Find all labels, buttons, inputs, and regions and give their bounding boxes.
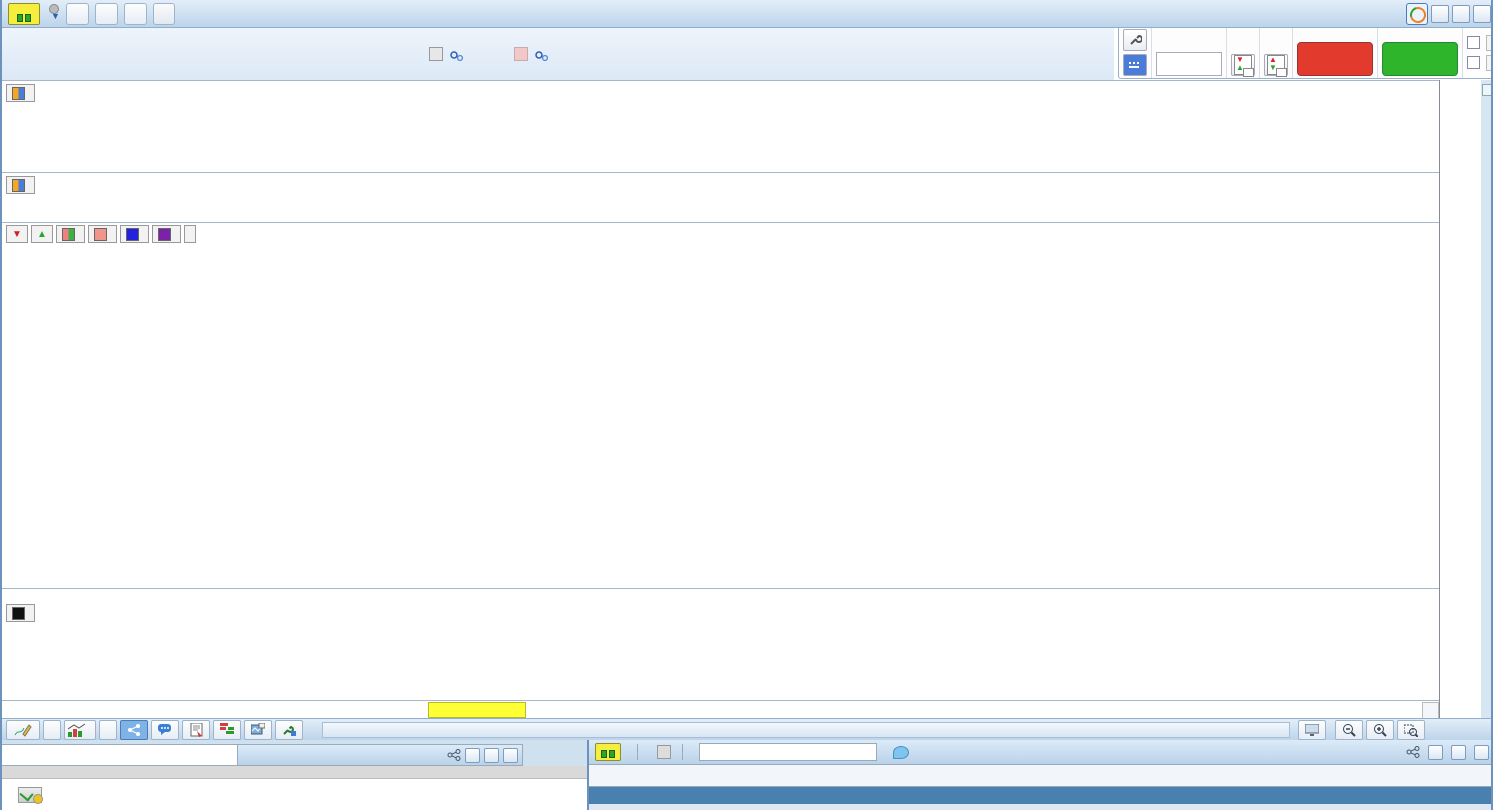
positions-panel-title[interactable] <box>6 176 35 194</box>
equity-curve-panel <box>2 80 1439 173</box>
position-icon[interactable] <box>514 46 528 61</box>
market-depth-button[interactable] <box>213 719 241 740</box>
mini-timeline[interactable] <box>2 744 238 766</box>
timeframe-selector[interactable] <box>95 2 118 25</box>
top-toolbar: ▼ <box>2 0 1491 28</box>
legend-bollinger[interactable] <box>152 225 181 243</box>
s-value[interactable] <box>1486 54 1491 71</box>
qty-input[interactable] <box>1156 52 1222 76</box>
pin-icon[interactable]: ▼ <box>46 3 60 24</box>
draw-tool-button[interactable] <box>6 719 40 740</box>
sell-marker-toggle[interactable]: ▼ <box>6 225 28 243</box>
order-settings-icon[interactable] <box>1123 29 1147 51</box>
share-icon[interactable] <box>1406 746 1420 758</box>
main-chart-panel <box>2 222 1439 589</box>
window-controls <box>1406 3 1491 26</box>
chat-bubble-icon[interactable] <box>893 745 909 759</box>
order-list-panel <box>587 740 1491 810</box>
chart-toolbar <box>2 718 1491 740</box>
gear-icon[interactable] <box>534 50 550 62</box>
stop-checkbox[interactable] <box>1467 56 1480 69</box>
buy-marker-toggle[interactable]: ▲ <box>31 225 53 243</box>
equity-panel-title[interactable] <box>6 84 35 102</box>
orders-status <box>426 46 465 62</box>
disclaimer-text <box>2 766 587 779</box>
clear-pending-icon[interactable] <box>657 745 671 759</box>
screenshot-button[interactable] <box>1298 719 1326 740</box>
order-tabs <box>589 765 1491 787</box>
demo-badge <box>595 743 621 761</box>
demo-badge <box>8 2 40 25</box>
legend-sma20[interactable] <box>88 225 117 243</box>
maximize-button[interactable] <box>484 747 499 763</box>
share-icon[interactable] <box>447 749 461 761</box>
indicator-swatch-icon <box>12 606 25 620</box>
close-button[interactable] <box>1473 5 1491 23</box>
news-button[interactable] <box>182 719 210 740</box>
keyboard-icon[interactable] <box>1123 54 1147 76</box>
snapshot-button[interactable] <box>244 719 272 740</box>
positions-panel <box>2 172 1439 223</box>
trading-app-window: ▼ ▼ ▲ ▲ ▼ ▼ ▲ <box>0 0 1493 810</box>
date-axis[interactable] <box>2 700 1439 719</box>
account-flag-icon[interactable] <box>18 786 43 804</box>
indicator-panel <box>2 588 1439 701</box>
close-button[interactable] <box>503 747 518 763</box>
info-button[interactable] <box>153 2 175 25</box>
limit-checkbox[interactable] <box>1467 36 1480 49</box>
chart-scrollbar[interactable] <box>322 721 1290 738</box>
filter-orders-input[interactable] <box>699 743 877 761</box>
panel-icon[interactable] <box>1482 84 1491 96</box>
gear-icon[interactable] <box>449 50 465 62</box>
equity-swatch-icon <box>12 86 25 100</box>
date-crosshair-tooltip <box>428 702 526 718</box>
maximize-button[interactable] <box>1452 5 1470 23</box>
position-status <box>511 46 550 62</box>
minimize-button[interactable] <box>1428 744 1443 760</box>
indicators-caret[interactable] <box>99 719 117 740</box>
account-bar <box>2 28 1114 80</box>
price-axis[interactable] <box>1439 80 1481 718</box>
chat-button[interactable] <box>151 719 179 740</box>
chart-legend: ▼ ▲ <box>6 225 196 243</box>
chart-settings-button[interactable] <box>275 719 303 740</box>
sell-button[interactable] <box>1297 42 1373 76</box>
stop-order-icon[interactable]: ▲ ▼ <box>1264 54 1288 77</box>
indicator-title[interactable] <box>6 604 35 622</box>
share-button[interactable] <box>120 719 148 740</box>
sync-icon[interactable] <box>1406 3 1429 26</box>
indicators-button[interactable] <box>64 719 96 740</box>
indicators-icon <box>68 723 86 737</box>
close-button[interactable] <box>1474 744 1489 760</box>
bottom-section <box>2 740 1491 810</box>
order-table-header <box>589 787 1491 804</box>
limit-order-icon[interactable]: ▼ ▲ <box>1231 54 1255 77</box>
zoom-out-button[interactable] <box>1335 719 1363 740</box>
positions-swatch-icon <box>12 178 25 192</box>
order-ticket: ▼ ▲ ▲ ▼ <box>1118 26 1491 79</box>
order-list-header <box>589 740 1491 765</box>
legend-other[interactable] <box>184 225 196 243</box>
legend-price[interactable] <box>56 225 85 243</box>
symbol-selector[interactable] <box>66 2 89 25</box>
buy-button[interactable] <box>1382 42 1458 76</box>
legend-sma50[interactable] <box>120 225 149 243</box>
minimize-button[interactable] <box>1431 5 1449 23</box>
mini-chart-titlebar <box>237 744 523 766</box>
order-table-empty <box>589 804 1491 810</box>
range-selector[interactable] <box>124 2 147 25</box>
account-strip <box>2 779 587 810</box>
orders-icon[interactable] <box>429 46 443 61</box>
axis-more-button[interactable] <box>1422 702 1439 719</box>
zoom-in-button[interactable] <box>1366 719 1394 740</box>
draw-tool-caret[interactable] <box>43 719 61 740</box>
right-edge-strip <box>1480 80 1491 718</box>
zoom-selection-button[interactable] <box>1397 719 1425 740</box>
minimize-button[interactable] <box>465 747 480 763</box>
maximize-button[interactable] <box>1451 744 1466 760</box>
l-value[interactable] <box>1486 34 1491 51</box>
